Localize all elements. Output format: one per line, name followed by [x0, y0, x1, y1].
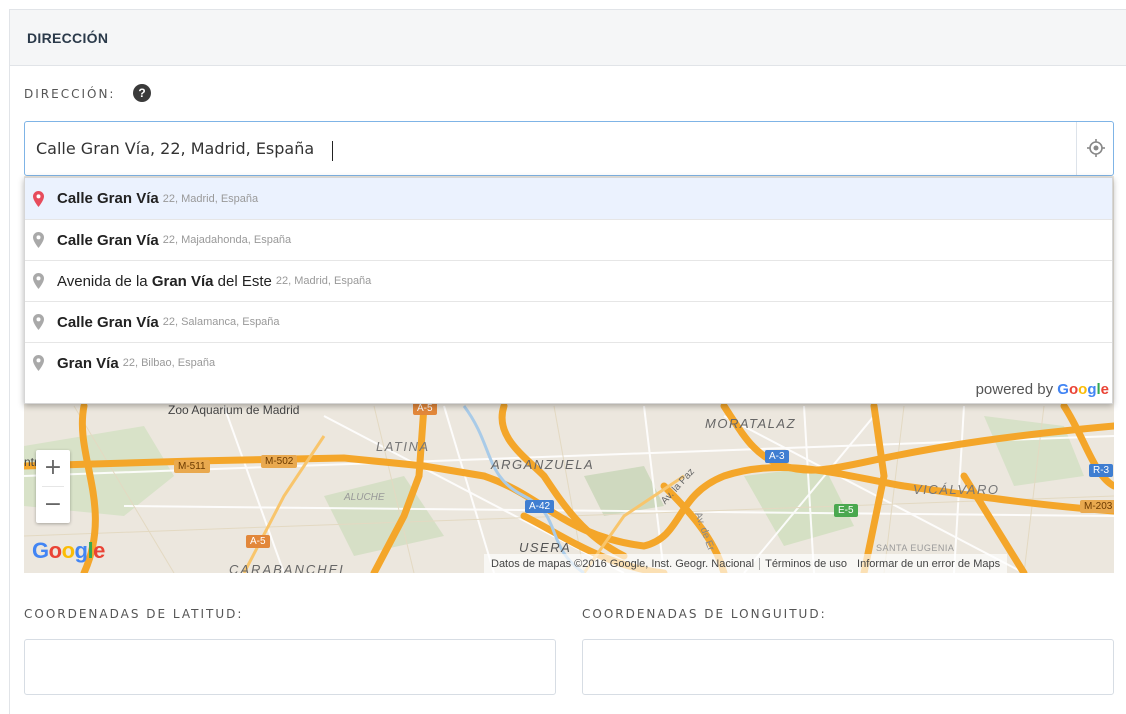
powered-by-google: powered by Google [975, 381, 1109, 398]
zoom-in-button[interactable]: + [36, 450, 70, 486]
map-pin-icon [33, 190, 44, 207]
suggestion-item[interactable]: Calle Gran Vía 22, Salamanca, España [25, 301, 1112, 342]
locate-divider [1076, 122, 1077, 175]
suggestion-item[interactable]: Avenida de la Gran Vía del Este 22, Madr… [25, 260, 1112, 301]
zoom-out-button[interactable]: − [36, 487, 70, 523]
map-pin-icon [33, 355, 44, 371]
map-pin-icon [33, 273, 44, 289]
suggestion-item[interactable]: Calle Gran Vía 22, Majadahonda, España [25, 219, 1112, 260]
map-label-arganzuela: ARGANZUELA [491, 457, 595, 472]
map-label-moratalaz: MORATALAZ [705, 416, 797, 431]
map-label-aluche: ALUCHE [344, 492, 385, 503]
road-shield-a5-south: A-5 [246, 535, 270, 548]
map-label-carabanchel: CARABANCHEL [229, 562, 349, 573]
road-shield-m511: M-511 [174, 460, 210, 473]
address-input[interactable] [36, 122, 1076, 175]
autocomplete-dropdown: Calle Gran Vía 22, Madrid, España Calle … [24, 177, 1113, 404]
suggestion-item[interactable]: Gran Vía 22, Bilbao, España [25, 342, 1112, 383]
suggestion-main-text: Calle Gran Vía [57, 231, 159, 249]
google-logo: Google [32, 538, 105, 563]
address-label: DIRECCIÓN: [24, 87, 116, 101]
road-shield-r3: R-3 [1089, 464, 1114, 477]
map-pin-icon [33, 314, 44, 330]
map-label-latina: LATINA [376, 439, 430, 454]
road-shield-m203: M-203 [1080, 500, 1114, 513]
suggestion-main-text: Gran Vía [57, 354, 119, 372]
road-shield-a3: A-3 [765, 450, 789, 463]
map-label-vicalvaro: VICÁLVARO [913, 482, 1000, 497]
terms-link[interactable]: Términos de uso [760, 558, 852, 570]
map-label-usera: USERA [519, 540, 572, 555]
crosshair-icon [1087, 139, 1105, 157]
map-footer: Datos de mapas ©2016 Google, Inst. Geogr… [484, 554, 1008, 573]
address-field [24, 121, 1114, 176]
panel-title: DIRECCIÓN [27, 29, 109, 46]
locate-button[interactable] [1084, 136, 1108, 160]
latitude-label: COORDENADAS DE LATITUD: [24, 607, 244, 621]
suggestion-main-text: Avenida de la Gran Vía del Este [57, 272, 272, 290]
help-icon[interactable]: ? [133, 84, 151, 102]
road-shield-a42: A-42 [525, 500, 555, 513]
suggestion-secondary-text: 22, Salamanca, España [162, 316, 280, 328]
suggestion-secondary-text: 22, Madrid, España [162, 192, 259, 205]
suggestion-main-text: Calle Gran Vía [57, 190, 159, 207]
report-error-link[interactable]: Informar de un error de Maps [852, 558, 1005, 570]
road-shield-m502: M-502 [261, 455, 298, 468]
map-data-attribution: Datos de mapas ©2016 Google, Inst. Geogr… [491, 557, 755, 570]
map-label-santa-eugenia: SANTA EUGENIA [876, 543, 955, 553]
suggestion-secondary-text: 22, Bilbao, España [122, 357, 216, 369]
longitude-label: COORDENADAS DE LONGUITUD: [582, 607, 827, 621]
suggestion-item[interactable]: Calle Gran Vía 22, Madrid, España [25, 178, 1112, 219]
longitude-input[interactable] [582, 639, 1114, 695]
map-pin-icon [33, 232, 44, 248]
suggestion-secondary-text: 22, Majadahonda, España [162, 234, 292, 246]
map-label-zoo: Zoo Aquarium de Madrid [168, 403, 300, 417]
panel-header: DIRECCIÓN [10, 10, 1126, 66]
zoom-control: + − [36, 450, 70, 523]
suggestion-main-text: Calle Gran Vía [57, 313, 159, 331]
text-caret [332, 141, 333, 161]
suggestion-secondary-text: 22, Madrid, España [275, 275, 372, 287]
latitude-input[interactable] [24, 639, 556, 695]
road-shield-e5: E-5 [834, 504, 858, 517]
